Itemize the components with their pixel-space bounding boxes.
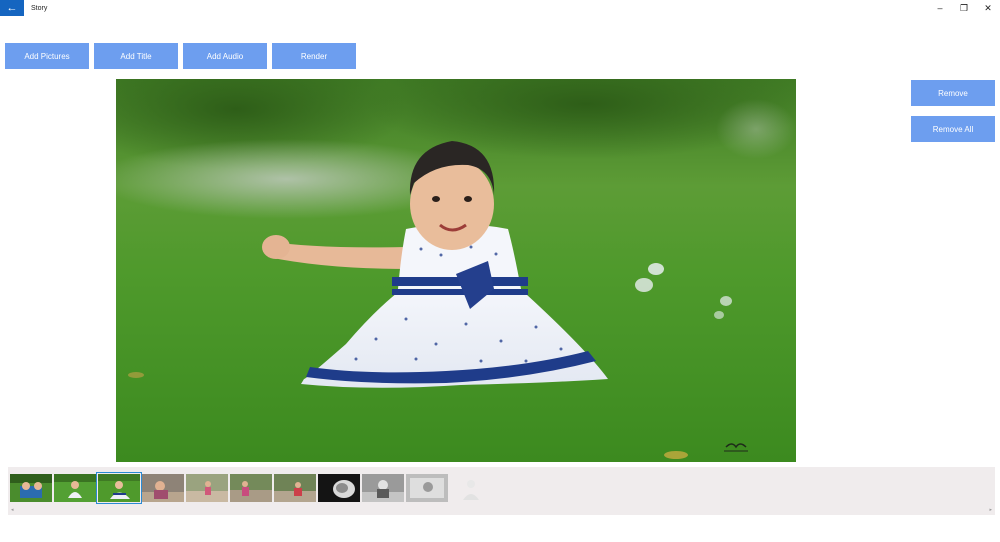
add-pictures-button[interactable]: Add Pictures: [5, 43, 89, 69]
back-button[interactable]: ←: [0, 0, 24, 16]
back-arrow-icon: ←: [6, 1, 18, 14]
preview-photo: [116, 79, 796, 462]
minimize-button[interactable]: –: [928, 0, 952, 16]
add-audio-button[interactable]: Add Audio: [183, 43, 267, 69]
app-title: Story: [31, 4, 48, 12]
filmstrip: ◂ ▸: [8, 467, 995, 515]
thumbnail[interactable]: [10, 474, 52, 502]
render-button[interactable]: Render: [272, 43, 356, 69]
remove-all-button[interactable]: Remove All: [911, 116, 995, 142]
scroll-left-icon[interactable]: ◂: [11, 507, 14, 513]
photo-preview: [116, 79, 796, 462]
title-bar: ← Story – ❐ ✕: [0, 0, 1000, 16]
thumbnail[interactable]: [54, 474, 96, 502]
thumbnail[interactable]: [142, 474, 184, 502]
add-title-button[interactable]: Add Title: [94, 43, 178, 69]
toolbar: Add Pictures Add Title Add Audio Render: [5, 43, 356, 69]
side-actions: Remove Remove All: [911, 80, 995, 142]
minimize-icon: –: [937, 3, 943, 13]
thumbnail[interactable]: [230, 474, 272, 502]
thumbnail[interactable]: [406, 474, 448, 502]
thumbnail-selected[interactable]: [96, 472, 142, 504]
window-controls: – ❐ ✕: [928, 0, 1000, 16]
restore-button[interactable]: ❐: [952, 0, 976, 16]
close-icon: ✕: [984, 2, 992, 13]
restore-icon: ❐: [959, 2, 969, 13]
remove-button[interactable]: Remove: [911, 80, 995, 106]
thumbnail[interactable]: [274, 474, 316, 502]
scroll-right-icon[interactable]: ▸: [989, 507, 992, 513]
thumbnail[interactable]: [318, 474, 360, 502]
close-button[interactable]: ✕: [976, 0, 1000, 16]
thumbnail-list: [10, 472, 492, 504]
thumbnail[interactable]: [186, 474, 228, 502]
thumbnail[interactable]: [362, 474, 404, 502]
thumbnail[interactable]: [450, 474, 492, 502]
